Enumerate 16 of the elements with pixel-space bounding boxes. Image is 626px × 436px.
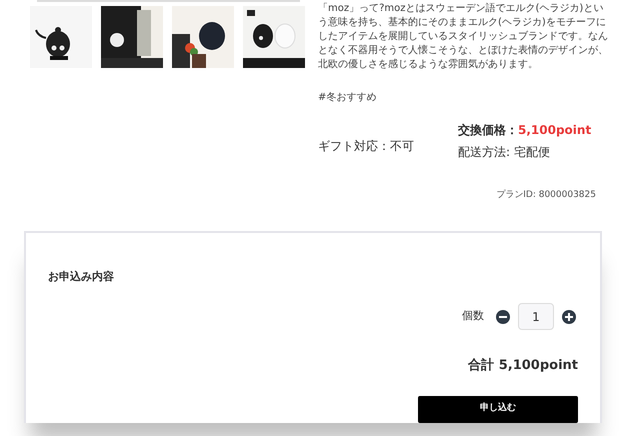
- quantity-field[interactable]: 1: [518, 303, 554, 330]
- quantity-label: 個数: [462, 308, 484, 324]
- plus-button[interactable]: [562, 310, 576, 324]
- plan-id: プランID: 8000003825: [496, 189, 596, 202]
- product-description: 「moz」って?mozとはスウェーデン語でエルク(ヘラジカ)という意味を持ち、基本的にそのままエルク(ヘラジカ)をモチーフにしたアイテムを展開しているスタイリッシュブランドです。なんとなく不器用そうで人懐こそうな、とぼけた表情のデザインが、北欧の優しさを感じるような雰囲気があります。: [318, 2, 608, 72]
- price-label: 交換価格：: [458, 122, 518, 139]
- gift-info: ギフト対応：不可: [318, 139, 414, 153]
- order-total: 合計 5,100point: [468, 356, 578, 375]
- minus-button[interactable]: [496, 310, 510, 324]
- minus-icon: [499, 316, 507, 318]
- plus-icon: [565, 312, 573, 320]
- hashtag: #冬おすすめ: [318, 91, 376, 105]
- section-title: お申込み内容: [48, 268, 114, 284]
- delivery-method: 配送方法: 宅配便: [458, 144, 550, 161]
- apply-button[interactable]: 申し込む: [418, 396, 578, 422]
- price-value: 5,100point: [518, 122, 592, 139]
